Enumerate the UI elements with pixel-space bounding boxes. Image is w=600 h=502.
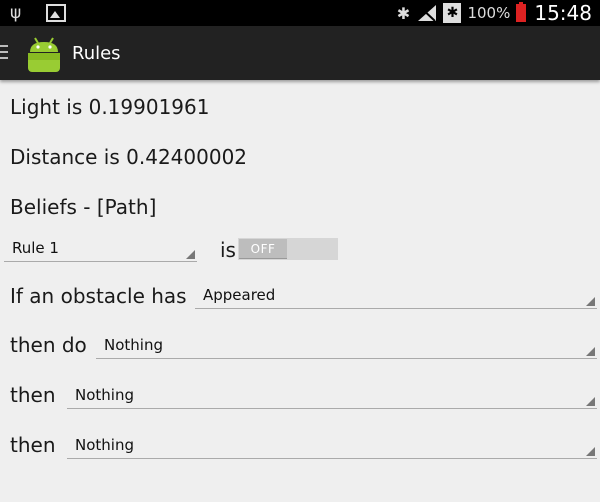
usb-icon: ψ bbox=[10, 3, 22, 23]
dropdown-arrow-icon bbox=[586, 347, 595, 356]
action-1-label: then do bbox=[10, 333, 87, 357]
bluetooth-icon: ✱ bbox=[396, 3, 411, 23]
rule-select[interactable]: Rule 1 bbox=[4, 238, 197, 262]
action-3-select[interactable]: Nothing bbox=[67, 435, 597, 459]
dropdown-arrow-icon bbox=[586, 397, 595, 406]
clock: 15:48 bbox=[534, 1, 592, 25]
action-2-label: then bbox=[10, 383, 56, 407]
battery-percent: 100% bbox=[467, 4, 511, 22]
app-title: Rules bbox=[72, 43, 121, 64]
battery-icon bbox=[516, 2, 527, 22]
rule-enabled-toggle[interactable]: OFF bbox=[238, 238, 338, 260]
app-logo-icon[interactable] bbox=[24, 34, 64, 74]
status-bar: ψ ✱ ✱ 100% 15:48 bbox=[0, 0, 600, 26]
is-label: is bbox=[220, 238, 236, 262]
action-1-select[interactable]: Nothing bbox=[96, 335, 597, 359]
distance-reading: Distance is 0.42400002 bbox=[10, 145, 248, 169]
dropdown-arrow-icon bbox=[186, 250, 195, 259]
action-bar: Rules bbox=[0, 26, 600, 80]
obstacle-state-value: Appeared bbox=[203, 286, 276, 304]
obstacle-state-select[interactable]: Appeared bbox=[195, 285, 597, 309]
drawer-menu-icon[interactable] bbox=[0, 45, 10, 59]
dropdown-arrow-icon bbox=[586, 447, 595, 456]
light-reading: Light is 0.19901961 bbox=[10, 95, 210, 119]
signal-off-icon bbox=[417, 4, 437, 22]
dropdown-arrow-icon bbox=[586, 297, 595, 306]
image-notification-icon bbox=[46, 4, 66, 22]
action-1-value: Nothing bbox=[104, 336, 163, 354]
rule-select-value: Rule 1 bbox=[12, 239, 59, 257]
action-3-value: Nothing bbox=[75, 436, 134, 454]
action-2-value: Nothing bbox=[75, 386, 134, 404]
action-2-select[interactable]: Nothing bbox=[67, 385, 597, 409]
beliefs-reading: Beliefs - [Path] bbox=[10, 195, 157, 219]
condition-label: If an obstacle has bbox=[10, 284, 187, 308]
bluetooth-connected-icon: ✱ bbox=[443, 3, 462, 23]
action-3-label: then bbox=[10, 433, 56, 457]
toggle-thumb: OFF bbox=[239, 239, 287, 259]
